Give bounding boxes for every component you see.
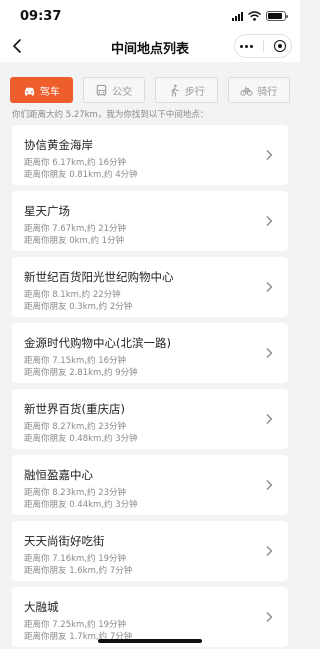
battery-icon [266, 11, 288, 21]
place-card[interactable]: 新世界百货(重庆店) 距离你 8.27km,约 23分钟 距离你朋友 0.48k… [12, 389, 288, 449]
distance-from-friend: 距离你朋友 2.81km,约 9分钟 [24, 368, 138, 378]
place-name: 大融城 [24, 600, 59, 614]
tab-bus-label: 公交 [112, 86, 133, 98]
mini-program-capsule [234, 34, 292, 58]
chevron-right-icon [266, 216, 273, 226]
distance-summary: 你们距离大约 5.27km，我为你找到以下中间地点： [12, 110, 209, 120]
car-icon [24, 87, 34, 96]
nav-bar: 中间地点列表 [0, 32, 300, 62]
bus-icon [97, 84, 107, 96]
place-card[interactable]: 大融城 距离你 7.25km,约 19分钟 距离你朋友 1.7km,约 7分钟 [12, 587, 288, 647]
tab-bus[interactable]: 公交 [82, 77, 145, 103]
chevron-right-icon [266, 282, 273, 292]
place-name: 天天尚街好吃街 [24, 534, 105, 548]
distance-from-friend: 距离你朋友 0.3km,约 2分钟 [24, 302, 133, 312]
close-mini-program-icon[interactable] [274, 40, 286, 52]
walk-icon [171, 84, 179, 97]
distance-from-friend: 距离你朋友 0.81km,约 4分钟 [24, 170, 138, 180]
bike-icon [240, 86, 253, 96]
tab-bike[interactable]: 骑行 [227, 77, 290, 103]
more-menu-icon[interactable] [240, 44, 253, 48]
tab-drive-label: 驾车 [39, 86, 60, 98]
distance-from-you: 距离你 8.1km,约 22分钟 [24, 290, 121, 300]
status-bar: 09:37 [0, 0, 300, 32]
travel-mode-tabs: 驾车 公交 步行 骑行 [10, 77, 290, 103]
distance-from-you: 距离你 7.15km,约 16分钟 [24, 356, 127, 366]
place-card[interactable]: 星天广场 距离你 7.67km,约 21分钟 距离你朋友 0km,约 1分钟 [12, 191, 288, 251]
place-name: 新世纪百货阳光世纪购物中心 [24, 270, 174, 284]
distance-from-friend: 距离你朋友 1.6km,约 7分钟 [24, 566, 133, 576]
home-indicator[interactable] [98, 639, 202, 643]
distance-from-you: 距离你 8.27km,约 23分钟 [24, 422, 127, 432]
distance-from-you: 距离你 7.67km,约 21分钟 [24, 224, 127, 234]
place-card[interactable]: 金源时代购物中心(北滨一路) 距离你 7.15km,约 16分钟 距离你朋友 2… [12, 323, 288, 383]
distance-from-you: 距离你 6.17km,约 16分钟 [24, 158, 127, 168]
status-icons [232, 11, 288, 21]
place-card[interactable]: 协信黄金海岸 距离你 6.17km,约 16分钟 距离你朋友 0.81km,约 … [12, 125, 288, 185]
place-card[interactable]: 融恒盈嘉中心 距离你 8.23km,约 23分钟 距离你朋友 0.44km,约 … [12, 455, 288, 515]
chevron-right-icon [266, 546, 273, 556]
place-name: 星天广场 [24, 204, 70, 218]
distance-from-you: 距离你 7.16km,约 19分钟 [24, 554, 127, 564]
tab-walk[interactable]: 步行 [155, 77, 218, 103]
place-name: 协信黄金海岸 [24, 138, 93, 152]
chevron-right-icon [266, 150, 273, 160]
chevron-right-icon [266, 480, 273, 490]
chevron-right-icon [266, 414, 273, 424]
distance-from-friend: 距离你朋友 0.48km,约 3分钟 [24, 434, 138, 444]
chevron-right-icon [266, 612, 273, 622]
place-name: 金源时代购物中心(北滨一路) [24, 336, 171, 350]
place-name: 融恒盈嘉中心 [24, 468, 93, 482]
capsule-divider [263, 40, 264, 52]
distance-from-friend: 距离你朋友 0km,约 1分钟 [24, 236, 125, 246]
wifi-icon [248, 11, 261, 21]
distance-from-you: 距离你 7.25km,约 19分钟 [24, 620, 127, 630]
distance-from-friend: 距离你朋友 0.44km,约 3分钟 [24, 500, 138, 510]
signal-icon [232, 11, 243, 21]
place-list: 协信黄金海岸 距离你 6.17km,约 16分钟 距离你朋友 0.81km,约 … [12, 125, 288, 649]
place-name: 新世界百货(重庆店) [24, 402, 125, 416]
distance-from-you: 距离你 8.23km,约 23分钟 [24, 488, 127, 498]
tab-walk-label: 步行 [184, 86, 205, 98]
status-time: 09:37 [20, 9, 62, 24]
tab-bike-label: 骑行 [257, 86, 278, 98]
place-card[interactable]: 新世纪百货阳光世纪购物中心 距离你 8.1km,约 22分钟 距离你朋友 0.3… [12, 257, 288, 317]
tab-drive[interactable]: 驾车 [10, 77, 73, 103]
chevron-right-icon [266, 348, 273, 358]
place-card[interactable]: 天天尚街好吃街 距离你 7.16km,约 19分钟 距离你朋友 1.6km,约 … [12, 521, 288, 581]
